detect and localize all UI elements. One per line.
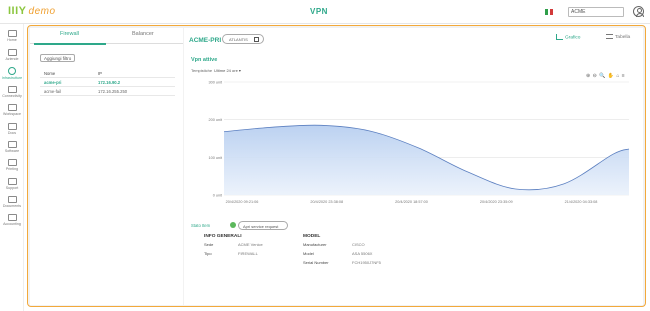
- chart-icon: [556, 34, 563, 40]
- time-range-label: Tempistiche: [191, 68, 213, 73]
- view-table-button[interactable]: Tabella: [606, 34, 630, 40]
- vpn-area-chart: 300 unit200 unit100 unit0 unit20/4/2020 …: [208, 81, 630, 204]
- general-info-heading: INFO GENERALI: [204, 234, 242, 239]
- x-tick-label: 20/4/2020 09:21:06: [226, 200, 259, 204]
- globe-icon: [8, 67, 16, 75]
- device-list-panel: Firewall Balancer Aggiungi filtro Nome I…: [30, 28, 183, 305]
- row-name[interactable]: acme-pri: [44, 80, 61, 85]
- x-tick-label: 20/4/2020 23:38:08: [310, 200, 343, 204]
- sidebar-item-workspace[interactable]: Workspace: [0, 104, 24, 116]
- home-icon: [254, 36, 259, 42]
- device-title: ACME-PRI: [189, 37, 222, 44]
- sidebar-item-printing[interactable]: Printing: [0, 159, 24, 171]
- info-model: Model ASA 5506X: [303, 251, 373, 256]
- sidebar-item-home[interactable]: Home: [0, 30, 24, 42]
- user-avatar-icon[interactable]: [633, 6, 644, 17]
- sidebar-item-connectivity[interactable]: Connectivity: [0, 86, 24, 98]
- sidebar-item-software[interactable]: Software: [0, 141, 24, 153]
- y-tick-label: 0 unit: [213, 194, 223, 198]
- top-bar: IIIY demo VPN ACME: [0, 0, 650, 24]
- y-tick-label: 300 unit: [208, 81, 222, 85]
- active-tab-indicator: [34, 43, 106, 45]
- sidebar-item-aziende[interactable]: Aziende: [0, 49, 24, 61]
- info-serial: Serial Number FCH1950J7NF5: [303, 260, 381, 265]
- x-tick-label: 21/4/2020 04:33:08: [565, 200, 598, 204]
- time-range-select[interactable]: Ultime 24 ore ▾: [214, 68, 241, 73]
- headset-icon: [7, 178, 17, 185]
- sidebar-item-infrastrutture[interactable]: Infrastrutture: [0, 67, 24, 80]
- table-header: Nome IP: [40, 69, 175, 78]
- printer-icon: [7, 159, 17, 166]
- account-selector[interactable]: ACME: [568, 7, 624, 17]
- sidebar-item-documents[interactable]: Documents: [0, 196, 24, 208]
- row-name[interactable]: acme-fail: [44, 89, 61, 94]
- tab-balancer[interactable]: Balancer: [132, 31, 154, 37]
- x-tick-label: 20/4/2020 18:57:00: [395, 200, 428, 204]
- calculator-icon: [7, 214, 17, 221]
- add-filter-button[interactable]: Aggiungi filtro: [40, 54, 76, 62]
- info-manufacturer: Manufacturer CISCO: [303, 242, 365, 247]
- sidebar: Home Aziende Infrastrutture Connectivity…: [0, 24, 24, 311]
- column-header-name: Nome: [44, 71, 56, 76]
- app-logo[interactable]: IIIY demo: [8, 5, 56, 17]
- wifi-icon: [7, 86, 17, 93]
- model-heading: MODEL: [303, 234, 321, 239]
- row-ip: 172.16.255.250: [98, 89, 128, 94]
- x-tick-label: 20/4/2020 23:35:09: [480, 200, 513, 204]
- document-icon: [7, 196, 17, 203]
- open-service-request-button[interactable]: Apri service request: [238, 221, 288, 230]
- sidebar-item-docs[interactable]: Docs: [0, 123, 24, 135]
- file-icon: [7, 141, 17, 148]
- sidebar-item-accounting[interactable]: Accounting: [0, 214, 24, 226]
- y-tick-label: 200 unit: [208, 118, 222, 122]
- series-area: [224, 125, 629, 195]
- image-icon: [7, 123, 17, 130]
- device-detail-panel: 300 unit 200 unit 100 unit 0 unit 20/4/2020 …: [184, 28, 643, 305]
- view-chart-button[interactable]: Grafico: [556, 34, 580, 40]
- table-row[interactable]: acme-fail 172.16.255.250: [40, 87, 175, 96]
- sidebar-item-support[interactable]: Support: [0, 178, 24, 190]
- column-header-ip: IP: [98, 71, 102, 76]
- chart-toolbar[interactable]: ⊕ ⊖ 🔍 ✋ ⌂ ≡: [586, 73, 625, 79]
- tab-firewall[interactable]: Firewall: [60, 31, 79, 37]
- page-title: VPN: [310, 7, 328, 16]
- chart-title: Vpn attive: [191, 57, 218, 63]
- device-table: Nome IP acme-pri 172.16.90.2 acme-fail 1…: [40, 69, 175, 96]
- status-indicator: [230, 222, 236, 228]
- y-tick-label: 100 unit: [208, 156, 222, 160]
- status-label: Stato Item: [191, 223, 211, 228]
- monitor-icon: [7, 104, 17, 111]
- building-icon: [7, 49, 17, 56]
- info-sede: Sede ACME Venice: [204, 242, 263, 247]
- table-icon: [606, 34, 613, 39]
- italian-flag-icon[interactable]: [545, 9, 554, 15]
- row-ip: 172.16.90.2: [98, 80, 121, 85]
- info-tipo: Tipo FIREWALL: [204, 251, 258, 256]
- device-tabs: Firewall Balancer: [30, 28, 183, 45]
- table-row[interactable]: acme-pri 172.16.90.2: [40, 78, 175, 87]
- home-icon: [7, 30, 17, 37]
- site-badge[interactable]: ATLANTIS: [222, 34, 264, 44]
